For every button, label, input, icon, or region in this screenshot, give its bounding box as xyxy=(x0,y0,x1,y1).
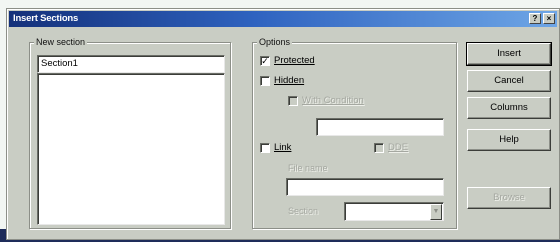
hidden-label: Hidden xyxy=(274,75,305,86)
dde-label: DDE xyxy=(388,142,409,153)
with-condition-label: With Condition xyxy=(302,95,364,106)
sections-list[interactable] xyxy=(37,73,225,225)
with-condition-checkbox xyxy=(288,96,298,106)
help-title-button[interactable]: ? xyxy=(529,13,541,24)
filename-label: File name xyxy=(288,163,328,173)
link-label: Link xyxy=(274,142,292,153)
browse-button: Browse xyxy=(467,187,551,209)
title-bar: Insert Sections ? × xyxy=(9,11,557,27)
hidden-checkbox[interactable] xyxy=(260,76,270,86)
cancel-button[interactable]: Cancel xyxy=(467,70,551,92)
dde-option: DDE xyxy=(374,142,434,154)
filename-input[interactable] xyxy=(286,178,444,196)
protected-option[interactable]: ✓ Protected xyxy=(260,55,380,67)
insert-sections-dialog: Insert Sections ? × New section Section1… xyxy=(6,8,560,240)
close-title-button[interactable]: × xyxy=(543,13,555,24)
section-combo[interactable]: ▼ xyxy=(344,202,444,221)
chevron-down-icon[interactable]: ▼ xyxy=(430,204,442,220)
condition-input[interactable] xyxy=(316,118,444,136)
section-label: Section xyxy=(288,206,319,216)
link-checkbox[interactable] xyxy=(260,143,270,153)
section-name-value: Section1 xyxy=(41,58,78,69)
dialog-title: Insert Sections xyxy=(13,13,79,24)
help-button[interactable]: Help xyxy=(467,129,551,151)
columns-button[interactable]: Columns xyxy=(467,97,551,119)
insert-button[interactable]: Insert xyxy=(466,42,552,66)
hidden-option[interactable]: Hidden xyxy=(260,75,380,87)
link-option[interactable]: Link xyxy=(260,142,320,154)
section-name-input[interactable]: Section1 xyxy=(37,55,225,73)
with-condition-option: With Condition xyxy=(288,95,408,107)
options-label: Options xyxy=(257,37,293,47)
dde-checkbox xyxy=(374,143,384,153)
protected-label: Protected xyxy=(274,55,315,66)
new-section-label: New section xyxy=(34,37,88,47)
protected-checkbox[interactable]: ✓ xyxy=(260,56,270,66)
